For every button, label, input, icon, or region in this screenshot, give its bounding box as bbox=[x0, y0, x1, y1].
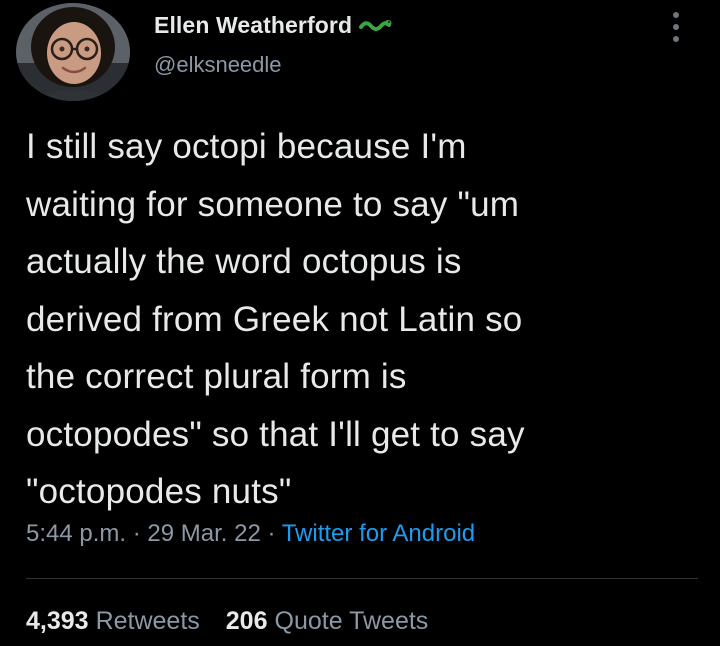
quote-tweets-label: Quote Tweets bbox=[274, 607, 429, 635]
name-row: Ellen Weatherford bbox=[154, 8, 392, 42]
more-options-icon[interactable] bbox=[664, 10, 688, 44]
divider bbox=[26, 578, 698, 579]
snake-emoji-icon bbox=[358, 14, 392, 36]
meta-separator: · bbox=[267, 520, 282, 547]
quote-tweets-count: 206 bbox=[225, 607, 268, 635]
tweet-stats: 4,393 Retweets 206 Quote Tweets bbox=[26, 607, 454, 636]
meta-separator: · bbox=[132, 520, 148, 547]
tweet-source-link[interactable]: Twitter for Android bbox=[282, 520, 475, 547]
avatar[interactable] bbox=[16, 3, 130, 101]
quote-tweets-stat[interactable]: 206 Quote Tweets bbox=[226, 607, 429, 636]
display-name[interactable]: Ellen Weatherford bbox=[154, 12, 352, 39]
tweet-text: I still say octopi because I'm waiting f… bbox=[26, 127, 525, 511]
avatar-photo-icon bbox=[16, 3, 130, 101]
retweets-label: Retweets bbox=[95, 607, 200, 635]
tweet-date[interactable]: 29 Mar. 22 bbox=[147, 520, 260, 547]
tweet-header: Ellen Weatherford @elksneedle bbox=[154, 8, 392, 78]
retweets-count: 4,393 bbox=[26, 607, 89, 635]
handle[interactable]: @elksneedle bbox=[154, 52, 392, 78]
more-dot bbox=[673, 24, 679, 30]
retweets-stat[interactable]: 4,393 Retweets bbox=[26, 607, 200, 636]
tweet-meta: 5:44 p.m. · 29 Mar. 22 · Twitter for And… bbox=[26, 520, 475, 548]
more-dot bbox=[673, 12, 679, 18]
more-dot bbox=[673, 36, 679, 42]
tweet-card: Ellen Weatherford @elksneedle I still sa… bbox=[0, 0, 720, 646]
tweet-time[interactable]: 5:44 p.m. bbox=[26, 520, 126, 547]
